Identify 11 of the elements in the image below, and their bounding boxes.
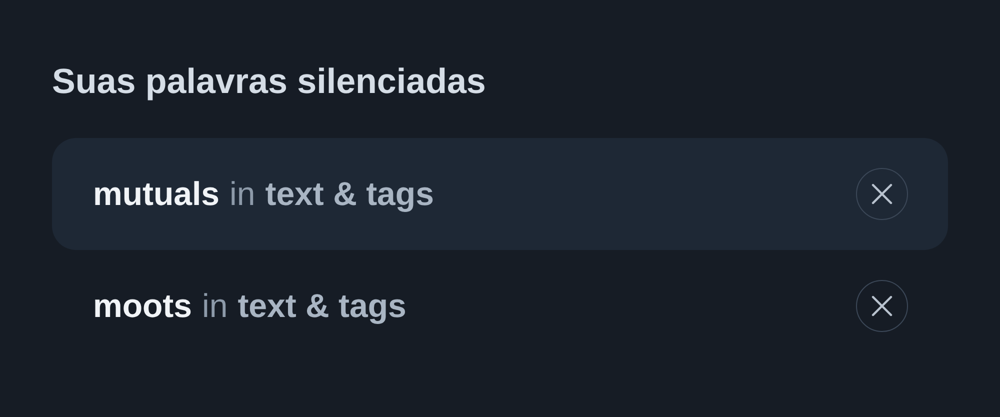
section-title: Suas palavras silenciadas bbox=[52, 61, 486, 103]
connector-text: in bbox=[202, 286, 228, 326]
remove-button[interactable] bbox=[856, 168, 908, 220]
muted-word: mutuals bbox=[93, 174, 220, 214]
scope-text: text & tags bbox=[238, 286, 406, 326]
remove-button[interactable] bbox=[856, 280, 908, 332]
scope-text: text & tags bbox=[265, 174, 434, 214]
close-icon bbox=[871, 295, 893, 317]
muted-word: moots bbox=[93, 286, 192, 326]
connector-text: in bbox=[230, 174, 256, 214]
close-icon bbox=[871, 183, 893, 205]
